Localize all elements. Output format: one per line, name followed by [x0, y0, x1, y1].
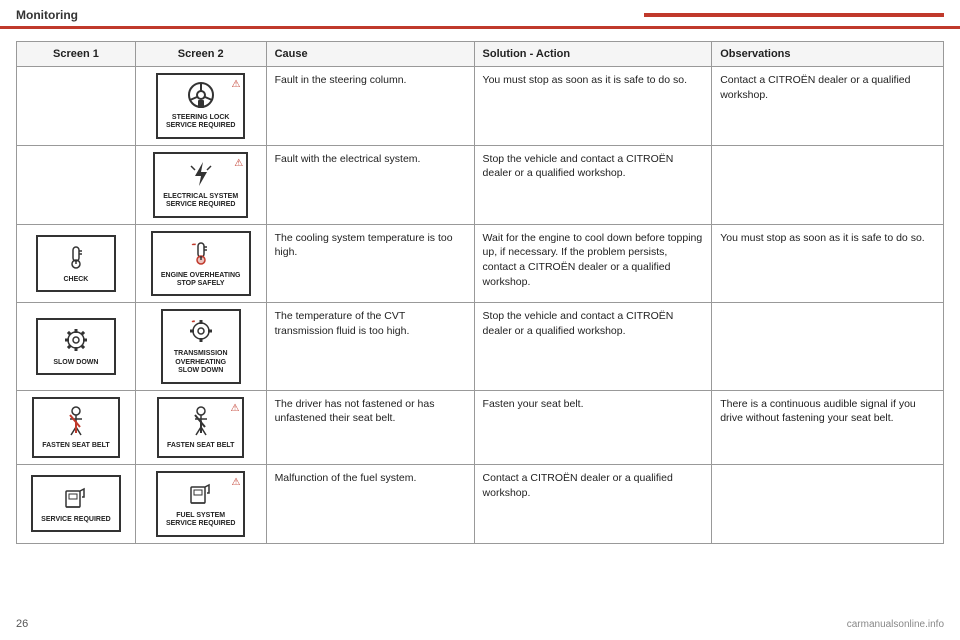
cause-cell-5: The driver has not fastened or has unfas… — [266, 390, 474, 464]
main-content: Screen 1 Screen 2 Cause Solution - Actio… — [0, 29, 960, 556]
screen2-cell-6: ⚠ FUEL SYSTEMSERVICE REQUIRED — [135, 464, 266, 543]
overheating-icon — [187, 239, 215, 267]
page-title: Monitoring — [16, 8, 644, 22]
fuel-system-icon-box: ⚠ FUEL SYSTEMSERVICE REQUIRED — [156, 471, 246, 537]
solution-cell-5: Fasten your seat belt. — [474, 390, 712, 464]
screen1-cell-3: CHECK — [17, 224, 136, 303]
check-label: CHECK — [63, 276, 88, 284]
cause-cell-4: The temperature of the CVT transmission … — [266, 303, 474, 390]
screen2-cell-5: ⚠ FASTEN SEAT BELT — [135, 390, 266, 464]
seatbelt2-icon — [187, 405, 215, 437]
service-required-icon-box: SERVICE REQUIRED — [31, 475, 121, 532]
monitoring-table: Screen 1 Screen 2 Cause Solution - Actio… — [16, 41, 944, 544]
obs-cell-5: There is a continuous audible signal if … — [712, 390, 944, 464]
obs-cell-1: Contact a CITROËN dealer or a qualified … — [712, 67, 944, 146]
footer-site: carmanualsonline.info — [847, 619, 944, 630]
table-row: FASTEN SEAT BELT ⚠ — [17, 390, 944, 464]
col-screen2: Screen 2 — [135, 42, 266, 67]
red-accent-bar — [644, 13, 944, 17]
solution-cell-4: Stop the vehicle and contact a CITROËN d… — [474, 303, 712, 390]
cause-cell-1: Fault in the steering column. — [266, 67, 474, 146]
obs-cell-2 — [712, 145, 944, 224]
fasten-seatbelt1-icon-box: FASTEN SEAT BELT — [32, 397, 119, 458]
overheating-icon-box: ENGINE OVERHEATINGSTOP SAFELY — [151, 231, 251, 297]
table-header-row: Screen 1 Screen 2 Cause Solution - Actio… — [17, 42, 944, 67]
screen1-cell-2 — [17, 145, 136, 224]
col-solution: Solution - Action — [474, 42, 712, 67]
fasten-seatbelt2-icon-box: ⚠ FASTEN SEAT BELT — [157, 397, 244, 458]
overheating-label: ENGINE OVERHEATINGSTOP SAFELY — [161, 272, 241, 289]
screen1-cell-6: SERVICE REQUIRED — [17, 464, 136, 543]
table-row: CHECK ENGINE OVERHEATINGSTOP SAF — [17, 224, 944, 303]
table-row: SERVICE REQUIRED ⚠ FUEL SYSTEMSERVICE RE… — [17, 464, 944, 543]
col-screen1: Screen 1 — [17, 42, 136, 67]
electrical-icon-box: ⚠ ELECTRICAL SYSTEMSERVICE REQUIRED — [153, 152, 248, 218]
steering-lock-label: STEERING LOCKSERVICE REQUIRED — [166, 114, 236, 131]
transmission-icon-box: TRANSMISSIONOVERHEATINGSLOW DOWN — [161, 309, 241, 383]
screen1-cell-5: FASTEN SEAT BELT — [17, 390, 136, 464]
transmission-gear-icon — [62, 326, 90, 354]
table-row: ⚠ ELECTRICAL SYSTEMSERVICE REQUIRED Faul… — [17, 145, 944, 224]
fasten-seatbelt2-label: FASTEN SEAT BELT — [167, 442, 234, 450]
col-observations: Observations — [712, 42, 944, 67]
obs-cell-6 — [712, 464, 944, 543]
service-required-label: SERVICE REQUIRED — [41, 516, 111, 524]
slowdown-icon-box: SLOW DOWN — [36, 318, 116, 375]
electrical-icon — [187, 160, 215, 188]
solution-cell-2: Stop the vehicle and contact a CITROËN d… — [474, 145, 712, 224]
obs-cell-4 — [712, 303, 944, 390]
solution-cell-6: Contact a CITROËN dealer or a qualified … — [474, 464, 712, 543]
page-header: Monitoring — [0, 0, 960, 29]
table-row: SLOW DOWN TRANSMI — [17, 303, 944, 390]
transmission-label: TRANSMISSIONOVERHEATINGSLOW DOWN — [174, 350, 228, 375]
obs-cell-3: You must stop as soon as it is safe to d… — [712, 224, 944, 303]
screen2-cell-2: ⚠ ELECTRICAL SYSTEMSERVICE REQUIRED — [135, 145, 266, 224]
temp-check-icon — [62, 243, 90, 271]
fasten-seatbelt1-label: FASTEN SEAT BELT — [42, 442, 109, 450]
check-icon-box: CHECK — [36, 235, 116, 292]
transmission-icon — [187, 317, 215, 345]
page-number: 26 — [16, 618, 28, 630]
cause-cell-3: The cooling system temperature is too hi… — [266, 224, 474, 303]
steering-lock-icon-box: ⚠ STEERING LOCKSERVICE REQUIRED — [156, 73, 246, 139]
slowdown-label: SLOW DOWN — [53, 359, 98, 367]
fuel-system-icon — [187, 479, 215, 507]
warning-icon: ⚠ — [230, 402, 239, 416]
screen2-cell-3: ENGINE OVERHEATINGSTOP SAFELY — [135, 224, 266, 303]
screen1-cell-4: SLOW DOWN — [17, 303, 136, 390]
solution-cell-3: Wait for the engine to cool down before … — [474, 224, 712, 303]
cause-cell-6: Malfunction of the fuel system. — [266, 464, 474, 543]
col-cause: Cause — [266, 42, 474, 67]
warning-icon: ⚠ — [231, 476, 240, 490]
seatbelt1-icon — [62, 405, 90, 437]
screen2-cell-4: TRANSMISSIONOVERHEATINGSLOW DOWN — [135, 303, 266, 390]
fuel-system-label: FUEL SYSTEMSERVICE REQUIRED — [166, 512, 236, 529]
cause-cell-2: Fault with the electrical system. — [266, 145, 474, 224]
table-row: ⚠ STEERING LOCKSERVICE REQUIRED Fault in… — [17, 67, 944, 146]
fuel-service-icon — [62, 483, 90, 511]
warning-icon: ⚠ — [234, 157, 243, 171]
screen1-cell-1 — [17, 67, 136, 146]
steering-icon — [187, 81, 215, 109]
electrical-label: ELECTRICAL SYSTEMSERVICE REQUIRED — [163, 193, 238, 210]
solution-cell-1: You must stop as soon as it is safe to d… — [474, 67, 712, 146]
screen2-cell-1: ⚠ STEERING LOCKSERVICE REQUIRED — [135, 67, 266, 146]
warning-icon: ⚠ — [231, 78, 240, 92]
